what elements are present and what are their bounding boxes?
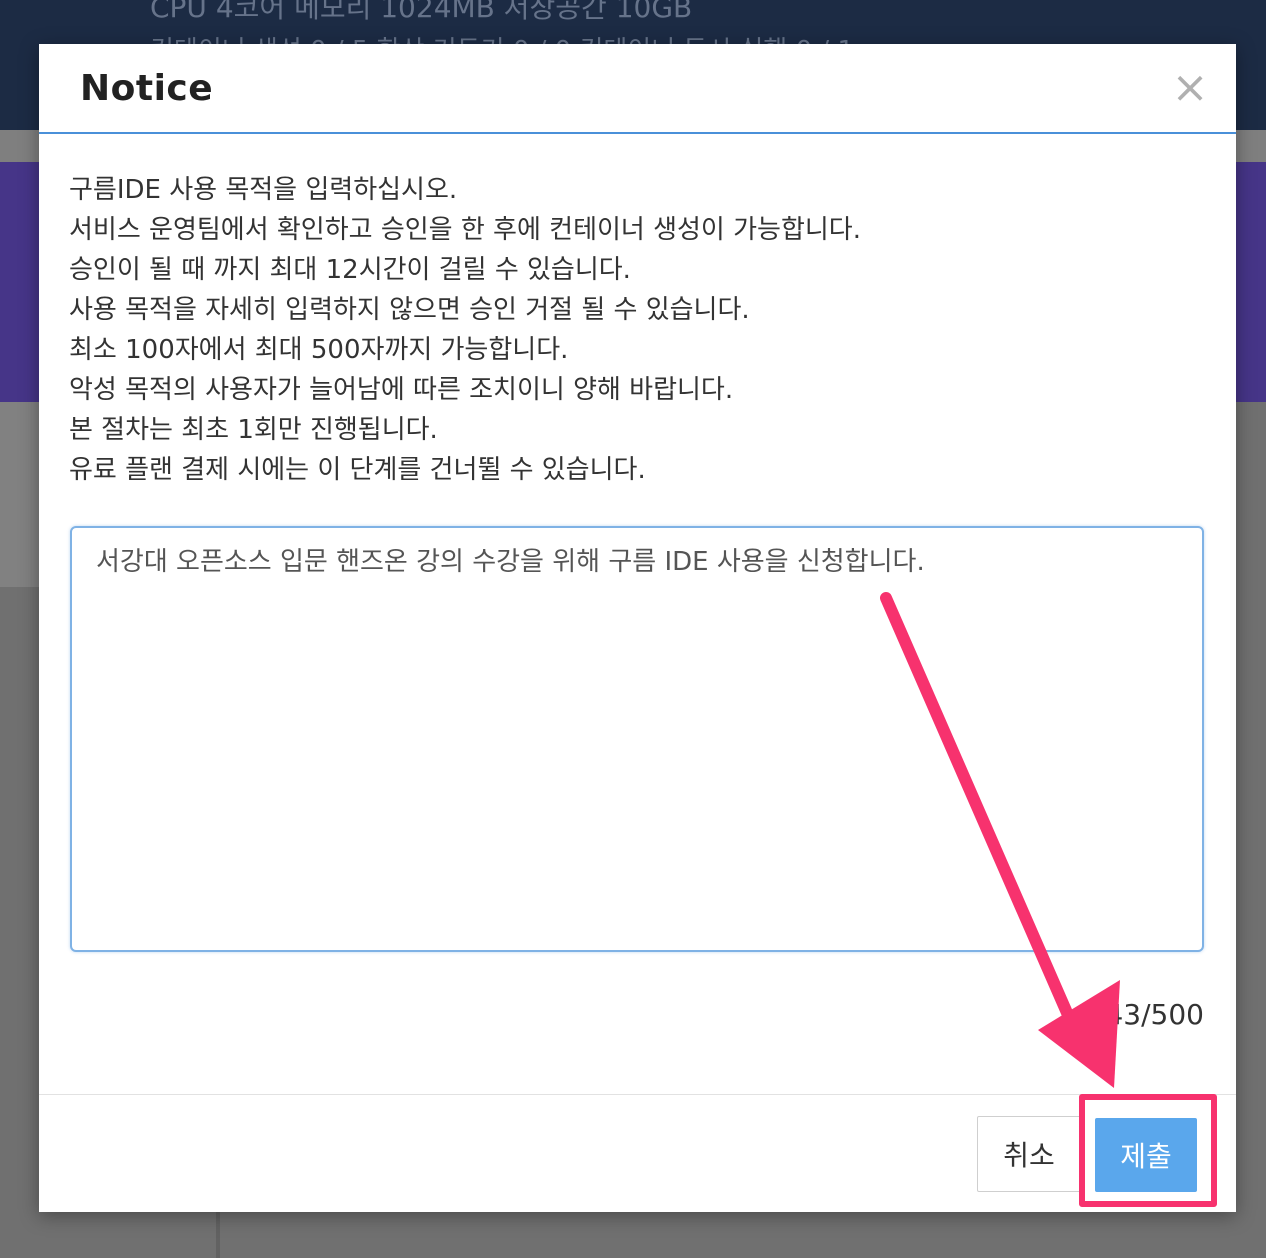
character-counter: 43/500 bbox=[1105, 998, 1204, 1031]
notice-line: 서비스 운영팀에서 확인하고 승인을 한 후에 컨테이너 생성이 가능합니다. bbox=[69, 215, 861, 245]
notice-modal: Notice × 구름IDE 사용 목적을 입력하십시오. 서비스 운영팀에서 … bbox=[39, 44, 1236, 1212]
cancel-button[interactable]: 취소 bbox=[977, 1116, 1081, 1192]
modal-header: Notice × bbox=[39, 44, 1236, 134]
modal-title: Notice bbox=[80, 68, 214, 109]
notice-line: 악성 목적의 사용자가 늘어남에 따른 조치이니 양해 바랍니다. bbox=[69, 375, 734, 405]
notice-line: 구름IDE 사용 목적을 입력하십시오. bbox=[69, 175, 458, 205]
notice-line: 사용 목적을 자세히 입력하지 않으면 승인 거절 될 수 있습니다. bbox=[69, 295, 750, 325]
notice-line: 본 절차는 최초 1회만 진행됩니다. bbox=[69, 415, 438, 445]
close-icon[interactable]: × bbox=[1168, 66, 1212, 110]
notice-line: 유료 플랜 결제 시에는 이 단계를 건너뛸 수 있습니다. bbox=[69, 455, 646, 485]
notice-text: 구름IDE 사용 목적을 입력하십시오. 서비스 운영팀에서 확인하고 승인을 … bbox=[69, 170, 1199, 490]
purpose-textarea[interactable] bbox=[70, 526, 1204, 952]
notice-line: 승인이 될 때 까지 최대 12시간이 걸릴 수 있습니다. bbox=[69, 255, 631, 285]
footer-divider bbox=[39, 1094, 1236, 1095]
notice-line: 최소 100자에서 최대 500자까지 가능합니다. bbox=[69, 335, 569, 365]
submit-button[interactable]: 제출 bbox=[1095, 1118, 1197, 1192]
